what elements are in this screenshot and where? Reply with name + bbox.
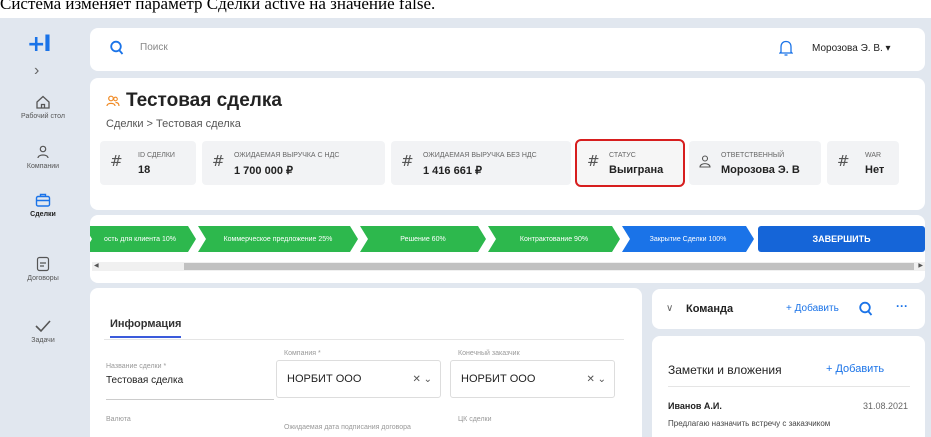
stat-label: ОЖИДАЕМАЯ ВЫРУЧКА С НДС bbox=[234, 152, 340, 159]
pipeline-panel: ость для клиента 10% Коммерческое предло… bbox=[90, 215, 925, 283]
stat-value: 1 416 661 ₽ bbox=[423, 165, 482, 177]
field-underline bbox=[106, 399, 274, 400]
sidebar-item-dashboard[interactable]: Рабочий стол bbox=[0, 94, 86, 120]
sidebar-item-deals[interactable]: Сделки bbox=[0, 192, 86, 218]
search-input[interactable]: Поиск bbox=[140, 42, 168, 53]
stage-closing[interactable]: Закрытие Сделки 100% bbox=[622, 226, 754, 252]
notes-divider bbox=[668, 386, 910, 387]
stage-contracting[interactable]: Контрактование 90% bbox=[488, 226, 620, 252]
company-select[interactable]: НОРБИТ ООО ✕ ⌄ bbox=[276, 360, 441, 398]
notes-title: Заметки и вложения bbox=[668, 363, 782, 377]
field-value: Тестовая сделка bbox=[106, 375, 184, 386]
people-icon bbox=[37, 145, 49, 159]
stat-revenue-no-vat: # ОЖИДАЕМАЯ ВЫРУЧКА БЕЗ НДС 1 416 661 ₽ bbox=[391, 141, 571, 185]
crm-app: +I › Рабочий стол Компании Сделки Догово… bbox=[0, 18, 931, 437]
company-label: Компания * bbox=[284, 350, 321, 357]
sidebar-item-tasks[interactable]: Задачи bbox=[0, 318, 86, 344]
scroll-right-icon[interactable]: ▶ bbox=[918, 262, 923, 269]
scroll-left-icon[interactable]: ◀ bbox=[94, 262, 99, 269]
select-value: НОРБИТ ООО bbox=[287, 373, 362, 385]
field-label: Название сделки * bbox=[106, 363, 167, 370]
sidebar-item-companies[interactable]: Компании bbox=[0, 144, 86, 170]
stat-label: WAR bbox=[865, 152, 882, 159]
home-icon bbox=[36, 95, 50, 109]
currency-field[interactable]: Валюта bbox=[106, 416, 274, 437]
deal-name-field[interactable]: Название сделки * Тестовая сделка bbox=[106, 363, 274, 403]
breadcrumb[interactable]: Сделки > Тестовая сделка bbox=[106, 118, 241, 130]
stat-value: Выиграна bbox=[609, 164, 664, 176]
bell-icon[interactable] bbox=[779, 39, 793, 57]
hash-icon: # bbox=[837, 152, 850, 170]
deal-stats: # ID СДЕЛКИ 18 # ОЖИДАЕМАЯ ВЫРУЧКА С НДС… bbox=[100, 139, 905, 187]
select-value: НОРБИТ ООО bbox=[461, 373, 536, 385]
search-icon[interactable] bbox=[859, 301, 873, 317]
deal-header: Тестовая сделка Сделки > Тестовая сделка… bbox=[90, 78, 925, 210]
person-icon bbox=[699, 155, 711, 168]
cc-label: ЦК сделки bbox=[458, 416, 492, 423]
finish-button[interactable]: ЗАВЕРШИТЬ bbox=[758, 226, 925, 252]
sign-date-label: Ожидаемая дата подписания договора bbox=[284, 424, 411, 431]
stat-owner: ОТВЕТСТВЕННЫЙ Морозова Э. В bbox=[689, 141, 821, 185]
check-icon bbox=[35, 320, 51, 333]
sidebar-item-label: Договоры bbox=[27, 275, 59, 282]
clear-chevron-icon[interactable]: ✕ ⌄ bbox=[412, 374, 432, 385]
tab-information[interactable]: Информация bbox=[110, 318, 182, 338]
hash-icon: # bbox=[110, 152, 123, 170]
sidebar-item-label: Компании bbox=[26, 163, 60, 170]
sidebar-item-label: Сделки bbox=[30, 211, 56, 218]
stat-label: ОЖИДАЕМАЯ ВЫРУЧКА БЕЗ НДС bbox=[423, 152, 537, 159]
user-menu[interactable]: Морозова Э. В. ▾ bbox=[812, 43, 891, 54]
more-icon[interactable]: ··· bbox=[896, 299, 908, 313]
sidebar-item-contracts[interactable]: Договоры bbox=[0, 256, 86, 282]
stage-proposal[interactable]: Коммерческое предложение 25% bbox=[198, 226, 358, 252]
field-label: Валюта bbox=[106, 416, 131, 423]
sidebar: +I › Рабочий стол Компании Сделки Догово… bbox=[0, 18, 86, 437]
deal-people-icon bbox=[106, 95, 120, 107]
stat-value: Морозова Э. В bbox=[721, 164, 800, 176]
app-logo[interactable]: +I bbox=[27, 32, 52, 57]
stat-revenue-vat: # ОЖИДАЕМАЯ ВЫРУЧКА С НДС 1 700 000 ₽ bbox=[202, 141, 385, 185]
stat-status: # СТАТУС Выиграна bbox=[575, 139, 685, 187]
note-author: Иванов А.И. bbox=[668, 401, 722, 411]
team-panel: ∨ Команда + Добавить ··· bbox=[652, 289, 925, 329]
search-icon[interactable] bbox=[110, 40, 124, 56]
stat-label: СТАТУС bbox=[609, 152, 636, 159]
sidebar-item-label: Рабочий стол bbox=[21, 113, 65, 120]
stat-label: ОТВЕТСТВЕННЫЙ bbox=[721, 152, 785, 159]
hash-icon: # bbox=[212, 152, 225, 170]
customer-label: Конечный заказчик bbox=[458, 350, 520, 357]
stage-needs[interactable]: ость для клиента 10% bbox=[90, 226, 196, 252]
info-panel: Информация Название сделки * Тестовая сд… bbox=[90, 288, 642, 437]
stat-value: 18 bbox=[138, 164, 151, 176]
add-team-member-button[interactable]: + Добавить bbox=[786, 303, 839, 314]
stat-deal-id: # ID СДЕЛКИ 18 bbox=[100, 141, 196, 185]
hash-icon: # bbox=[587, 152, 600, 170]
scrollbar-thumb[interactable] bbox=[184, 263, 914, 270]
stage-decision[interactable]: Решение 60% bbox=[360, 226, 486, 252]
clear-chevron-icon[interactable]: ✕ ⌄ bbox=[586, 374, 606, 385]
sidebar-expand-icon[interactable]: › bbox=[34, 62, 39, 80]
top-bar: Поиск Морозова Э. В. ▾ bbox=[90, 28, 925, 71]
stat-label: ID СДЕЛКИ bbox=[138, 152, 175, 159]
horizontal-scrollbar[interactable]: ◀ ▶ bbox=[92, 262, 925, 271]
customer-select[interactable]: НОРБИТ ООО ✕ ⌄ bbox=[450, 360, 615, 398]
tab-divider bbox=[104, 339, 624, 340]
document-icon bbox=[36, 256, 50, 272]
instruction-caption: Система изменяет параметр Сделки active … bbox=[0, 0, 436, 13]
sidebar-item-label: Задачи bbox=[31, 337, 55, 344]
stat-value: 1 700 000 ₽ bbox=[234, 165, 293, 177]
team-title: Команда bbox=[686, 303, 734, 315]
stat-value: Нет bbox=[865, 164, 885, 176]
note-date: 31.08.2021 bbox=[863, 401, 909, 411]
chevron-down-icon[interactable]: ∨ bbox=[666, 303, 673, 314]
note-text: Предлагаю назначить встречу с заказчиком bbox=[668, 419, 831, 428]
notes-panel: Заметки и вложения + Добавить Иванов А.И… bbox=[652, 336, 925, 437]
briefcase-icon bbox=[35, 193, 51, 207]
hash-icon: # bbox=[401, 152, 414, 170]
page-title: Тестовая сделка bbox=[126, 90, 282, 111]
stat-war: # WAR Нет bbox=[827, 141, 899, 185]
add-note-button[interactable]: + Добавить bbox=[826, 363, 884, 375]
